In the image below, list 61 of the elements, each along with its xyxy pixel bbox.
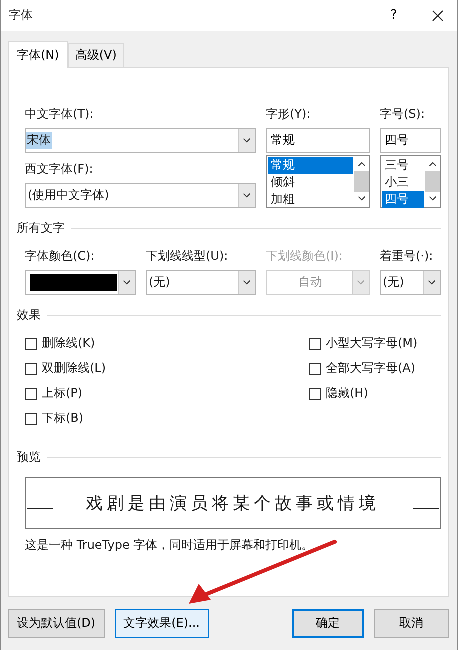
checkbox-label: 删除线(K) (42, 335, 96, 352)
field-label: 西文字体(F): (25, 161, 94, 177)
dropdown[interactable]: (使用中文字体) (25, 183, 256, 208)
checkbox[interactable] (25, 412, 37, 424)
dialog-button[interactable]: 取消 (374, 609, 449, 638)
checkbox[interactable] (25, 362, 37, 374)
section-heading: 预览 (17, 449, 41, 466)
close-icon (432, 10, 444, 22)
checkbox-label: 双删除线(L) (42, 360, 106, 377)
field-label: 下划线颜色(I): (266, 248, 344, 264)
caret-icon (357, 280, 365, 285)
caret-icon (428, 280, 436, 285)
color-dropdown[interactable] (25, 270, 136, 295)
field-label: 字形(Y): (266, 106, 312, 122)
field-label: 中文字体(T): (25, 106, 95, 122)
dropdown[interactable]: 宋体 (25, 128, 256, 153)
list-item[interactable]: 加粗 (268, 191, 353, 208)
field-label: 着重号(·): (380, 248, 434, 264)
window-title: 字体 (9, 7, 34, 24)
dialog-button[interactable]: 文字效果(E)... (114, 609, 209, 638)
up-caret-icon (428, 162, 436, 167)
caret-icon (243, 193, 251, 198)
input-field[interactable]: 四号 (380, 128, 441, 153)
list-box[interactable]: 常规 倾斜 加粗 (266, 155, 370, 208)
checkbox[interactable] (25, 388, 37, 400)
tab[interactable]: 高级(V) (68, 43, 124, 67)
checkbox[interactable] (309, 388, 321, 400)
checkbox-label: 小型大写字母(M) (326, 335, 418, 352)
caret-icon (123, 280, 131, 285)
field-label: 字体颜色(C): (25, 248, 96, 264)
dropdown[interactable]: (无) (380, 270, 441, 295)
dialog-button[interactable]: 确定 (292, 609, 364, 638)
list-item[interactable]: 四号 (382, 191, 424, 208)
checkbox-label: 下标(B) (42, 410, 84, 427)
list-item[interactable]: 小三 (382, 174, 424, 191)
checkbox-label: 上标(P) (42, 385, 83, 402)
list-item[interactable]: 倾斜 (268, 174, 353, 191)
caret-icon (243, 138, 251, 143)
dropdown[interactable]: (无) (146, 270, 256, 295)
checkbox-label: 全部大写字母(A) (326, 360, 416, 377)
section-heading: 所有文字 (17, 220, 65, 237)
help-button[interactable]: ? (379, 8, 409, 23)
checkbox[interactable] (309, 362, 321, 374)
caret-icon (243, 280, 251, 285)
list-box[interactable]: 三号 小三 四号 (380, 155, 441, 208)
section-heading: 效果 (17, 307, 41, 324)
list-item[interactable]: 常规 (268, 157, 353, 174)
field-label: 字号(S): (380, 106, 426, 122)
up-caret-icon (358, 162, 366, 167)
font-description: 这是一种 TrueType 字体，同时适用于屏幕和打印机。 (25, 537, 315, 554)
checkbox[interactable] (25, 338, 37, 350)
preview-text: 戏剧是由演员将某个故事或情境 (86, 492, 380, 514)
tab[interactable]: 字体(N) (8, 41, 68, 68)
checkbox-label: 隐藏(H) (326, 385, 368, 402)
list-item[interactable]: 三号 (382, 157, 424, 174)
dialog-button[interactable]: 设为默认值(D) (8, 609, 105, 638)
checkbox[interactable] (309, 338, 321, 350)
caret-icon (358, 196, 366, 201)
input-field[interactable]: 常规 (266, 128, 370, 153)
field-label: 下划线线型(U): (146, 248, 230, 264)
caret-icon (428, 196, 436, 201)
